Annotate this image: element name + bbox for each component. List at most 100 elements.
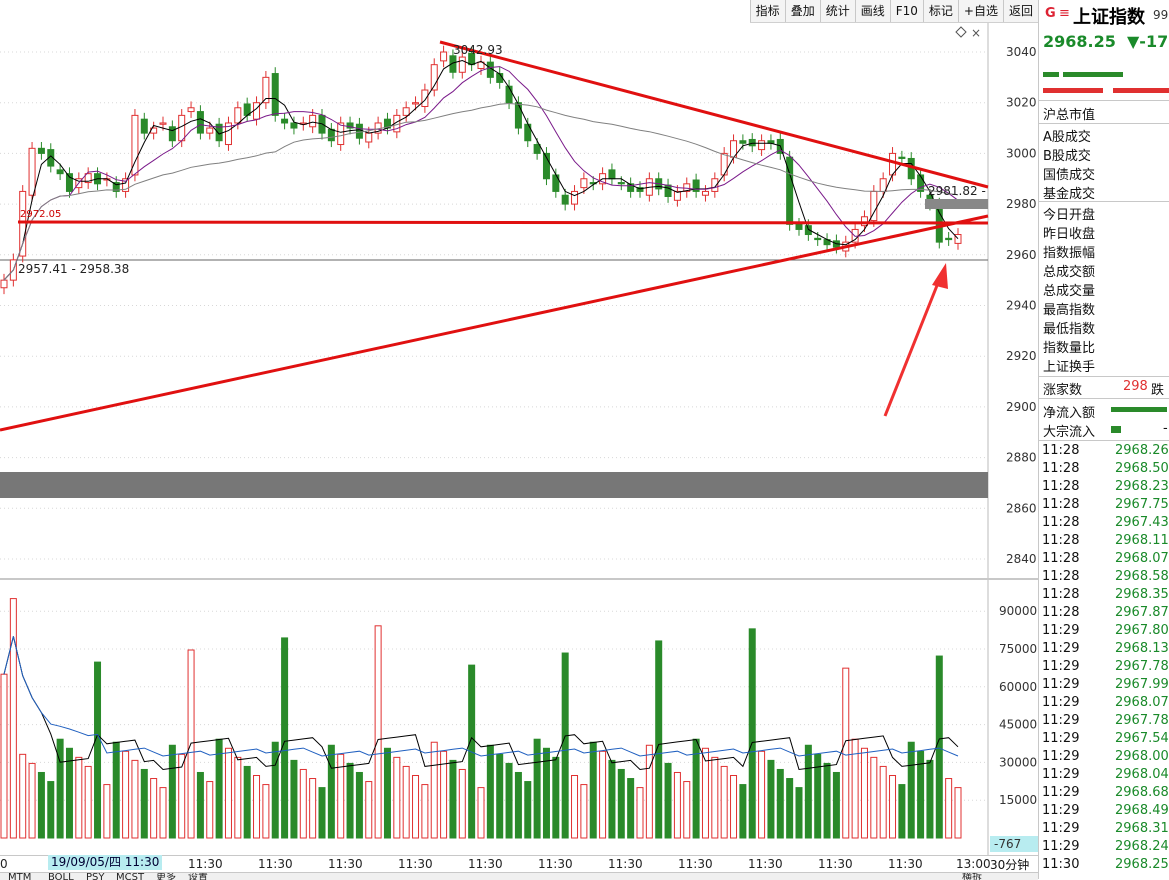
tick-time: 11:28 xyxy=(1042,569,1080,584)
time-tick-label: 11:30 xyxy=(538,857,573,871)
volume-bar xyxy=(393,756,401,839)
candle xyxy=(281,118,289,124)
volume-bar xyxy=(505,762,513,839)
volume-bar xyxy=(84,765,92,839)
tick-price: 2968.49 xyxy=(1115,803,1169,818)
field-label: 指数振幅 xyxy=(1043,246,1096,261)
tick-time: 11:29 xyxy=(1042,677,1080,692)
menu-icon[interactable]: ≡ xyxy=(1059,6,1070,21)
tick-price: 2968.00 xyxy=(1115,749,1169,764)
price-tick-label: 3040 xyxy=(1006,45,1037,59)
volume-bar xyxy=(402,765,410,839)
volume-bar xyxy=(645,744,653,839)
volume-bar xyxy=(889,775,897,839)
chart-area[interactable]: 指标 叠加 统计 画线 F10 标记 +自选 返回 3040 3020 3000 2980 2960 2… xyxy=(0,0,1040,880)
volume-bar xyxy=(926,759,934,839)
toolbar-button-1[interactable]: 叠加 xyxy=(784,0,820,22)
volume-bar xyxy=(627,778,635,839)
time-tick-label: 11:30 xyxy=(678,857,713,871)
candle xyxy=(580,178,588,189)
breadth-bar-red-1 xyxy=(1043,88,1103,93)
volume-chart[interactable]: 90000 75000 60000 45000 30000 15000 xyxy=(0,580,1038,855)
candle xyxy=(739,140,747,144)
field-label: B股成交 xyxy=(1043,149,1091,164)
tick-time: 11:29 xyxy=(1042,749,1080,764)
block-inflow-label: 大宗流入 xyxy=(1043,425,1096,440)
candle xyxy=(608,169,616,180)
candle xyxy=(234,107,242,124)
toolbar-button-6[interactable]: +自选 xyxy=(957,0,1003,22)
field-label: 最低指数 xyxy=(1043,322,1096,337)
volume-bar xyxy=(112,741,120,839)
volume-bar xyxy=(748,628,756,839)
close-icon[interactable]: × xyxy=(971,26,981,40)
tick-time: 11:29 xyxy=(1042,803,1080,818)
breadth-bar-green-2 xyxy=(1063,72,1123,77)
price-chart[interactable]: 3040 3020 3000 2980 2960 2940 2920 2900 2880 2860… xyxy=(0,23,1038,578)
price-tick-label: 2980 xyxy=(1006,197,1037,211)
breadth-bar-red-2 xyxy=(1113,88,1169,93)
volume-bar xyxy=(56,738,64,839)
volume-bar xyxy=(309,778,317,839)
volume-bar xyxy=(140,768,148,839)
volume-bar xyxy=(131,759,139,839)
tick-price: 2968.26 xyxy=(1115,443,1169,458)
volume-bar xyxy=(346,762,354,839)
tick-time: 11:30 xyxy=(1042,857,1080,872)
volume-bar xyxy=(804,744,812,839)
volume-bar xyxy=(907,741,915,839)
volume-bar xyxy=(870,756,878,839)
candle xyxy=(206,127,214,134)
volume-bar xyxy=(720,765,728,839)
field-label: 昨日收盘 xyxy=(1043,227,1096,242)
time-tick-label: 11:30 xyxy=(328,857,363,871)
volume-bar xyxy=(945,778,953,839)
volume-bar xyxy=(9,598,17,839)
volume-bar xyxy=(673,771,681,839)
volume-bar xyxy=(599,750,607,839)
toolbar-button-2[interactable]: 统计 xyxy=(819,0,855,22)
tick-price: 2968.68 xyxy=(1115,785,1169,800)
panel-separator xyxy=(1039,440,1169,441)
candle xyxy=(748,138,756,147)
time-tick-label: 11:30 xyxy=(818,857,853,871)
time-tick-label: 11:30 xyxy=(398,857,433,871)
volume-readout: -767 xyxy=(990,836,1040,852)
volume-bar xyxy=(271,741,279,839)
price-tick-label: 2940 xyxy=(1006,299,1037,313)
volume-bar xyxy=(37,771,45,839)
period-selector[interactable]: 30分钟 xyxy=(990,856,1029,873)
candle xyxy=(19,190,27,257)
toolbar-button-5[interactable]: 标记 xyxy=(922,0,958,22)
field-label: 总成交额 xyxy=(1043,265,1096,280)
field-label: A股成交 xyxy=(1043,130,1091,145)
candle xyxy=(533,144,541,154)
tick-time: 11:29 xyxy=(1042,731,1080,746)
tick-time: 11:29 xyxy=(1042,659,1080,674)
rise-count-value: 298 xyxy=(1123,379,1148,394)
volume-bar xyxy=(767,759,775,839)
volume-bar xyxy=(776,768,784,839)
field-label: 指数量比 xyxy=(1043,341,1096,356)
volume-bar xyxy=(0,673,8,839)
tick-price: 2967.78 xyxy=(1115,713,1169,728)
candle xyxy=(178,114,186,142)
g-icon[interactable]: G xyxy=(1045,6,1056,21)
volume-bar xyxy=(496,753,504,839)
toolbar-button-4[interactable]: F10 xyxy=(889,0,923,22)
toolbar-button-3[interactable]: 画线 xyxy=(854,0,890,22)
volume-bar xyxy=(103,784,111,839)
range-label: 2957.41 - 2958.38 xyxy=(18,262,129,276)
panel-separator xyxy=(1039,123,1169,124)
volume-bar xyxy=(47,781,55,839)
block-inflow-bar xyxy=(1111,426,1121,433)
tick-time: 11:29 xyxy=(1042,767,1080,782)
volume-bar xyxy=(636,787,644,839)
toolbar-button-7[interactable]: 返回 xyxy=(1002,0,1038,22)
candle xyxy=(561,194,569,205)
candle xyxy=(421,89,429,108)
candle xyxy=(327,128,335,142)
toolbar-button-0[interactable]: 指标 xyxy=(749,0,785,22)
volume-bar xyxy=(739,784,747,839)
field-label: 最高指数 xyxy=(1043,303,1096,318)
